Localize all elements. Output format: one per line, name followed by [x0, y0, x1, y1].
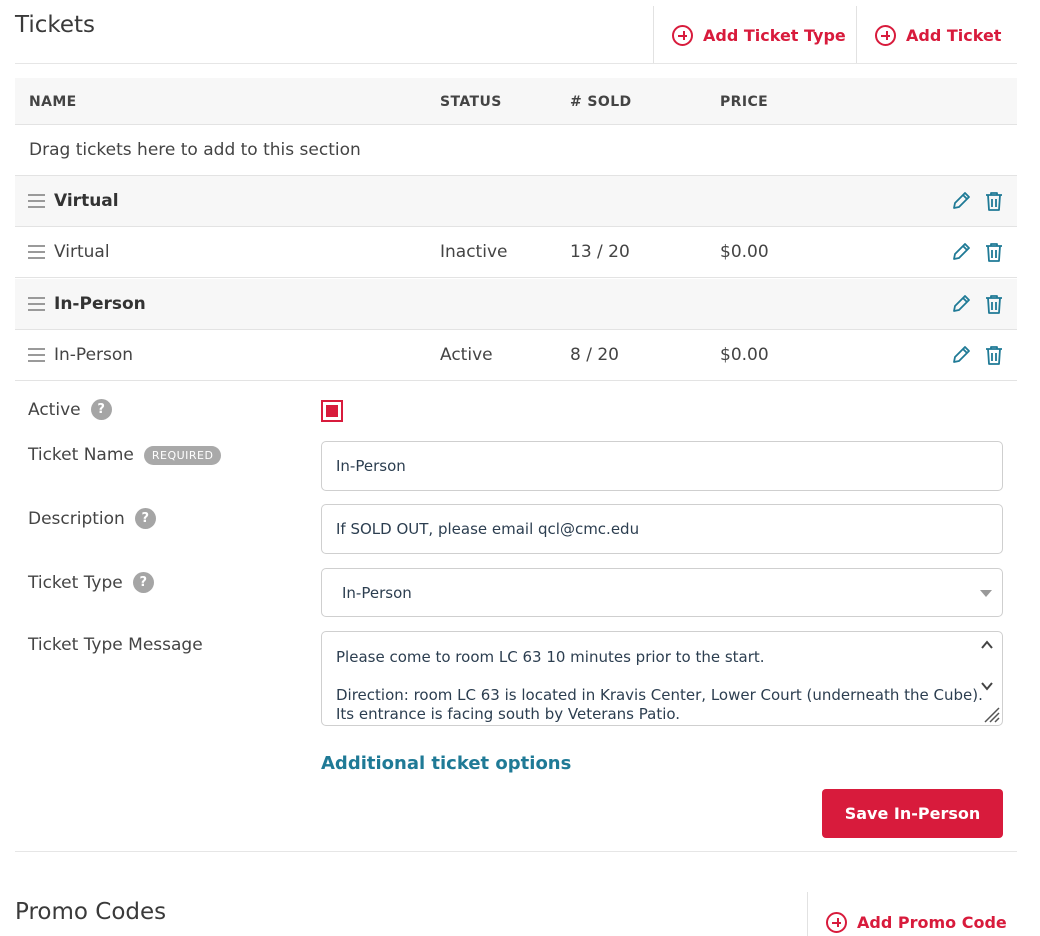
ticket-type-message-label-text: Ticket Type Message — [28, 635, 203, 655]
scroll-up-arrow-icon[interactable] — [980, 638, 994, 652]
header-divider — [653, 6, 654, 64]
ticket-row[interactable]: Virtual Inactive 13 / 20 $0.00 — [15, 227, 1017, 278]
drag-handle-icon[interactable] — [28, 348, 45, 362]
add-promo-code-label: Add Promo Code — [857, 912, 1007, 932]
ticket-name: In-Person — [54, 345, 134, 365]
tickets-table-header: NAME STATUS # SOLD PRICE — [15, 78, 1017, 125]
ticket-sold: 8 / 20 — [570, 345, 619, 365]
ticket-type-select[interactable]: In-Person — [321, 568, 1003, 617]
ticket-type-value: In-Person — [342, 583, 412, 602]
message-line — [336, 667, 962, 686]
ticket-name: Virtual — [54, 242, 110, 262]
edit-pencil-icon[interactable] — [950, 241, 972, 263]
divider — [15, 63, 1017, 64]
scroll-down-arrow-icon[interactable] — [980, 679, 994, 693]
trash-icon[interactable] — [983, 344, 1005, 366]
ticket-name-label: Ticket Name REQUIRED — [28, 445, 222, 465]
column-header-status: STATUS — [440, 94, 502, 110]
edit-pencil-icon[interactable] — [950, 190, 972, 212]
active-checkbox[interactable] — [321, 400, 343, 422]
column-header-name: NAME — [29, 94, 77, 110]
column-header-price: PRICE — [720, 94, 769, 110]
edit-pencil-icon[interactable] — [950, 293, 972, 315]
description-label-text: Description — [28, 508, 125, 529]
add-ticket-label: Add Ticket — [906, 25, 1002, 45]
ticket-type-message-textarea[interactable]: Please come to room LC 63 10 minutes pri… — [321, 631, 1003, 726]
drag-handle-icon[interactable] — [28, 194, 45, 208]
ticket-price: $0.00 — [720, 242, 769, 262]
ticket-type-label: Ticket Type ? — [28, 572, 154, 593]
tickets-title: Tickets — [15, 12, 96, 38]
ticket-name-value: In-Person — [336, 457, 406, 475]
drag-handle-icon[interactable] — [28, 297, 45, 311]
plus-circle-icon — [826, 911, 847, 933]
trash-icon[interactable] — [983, 293, 1005, 315]
message-line: Its entrance is facing south by Veterans… — [336, 705, 681, 723]
ticket-name-input[interactable]: In-Person — [321, 441, 1003, 491]
edit-pencil-icon[interactable] — [950, 344, 972, 366]
plus-circle-icon — [875, 24, 896, 46]
resize-grip-icon[interactable] — [980, 703, 1000, 723]
ticket-type-message-label: Ticket Type Message — [28, 635, 203, 655]
description-label: Description ? — [28, 508, 156, 529]
description-value: If SOLD OUT, please email qcl@cmc.edu — [336, 520, 640, 538]
column-header-sold: # SOLD — [570, 94, 632, 110]
add-promo-code-button[interactable]: Add Promo Code — [826, 902, 1007, 936]
ticket-sold: 13 / 20 — [570, 242, 630, 262]
promo-codes-title: Promo Codes — [15, 899, 167, 925]
ticket-group-row[interactable]: In-Person — [15, 279, 1017, 330]
drag-handle-icon[interactable] — [28, 245, 45, 259]
ticket-status: Active — [440, 345, 493, 365]
group-name: In-Person — [54, 294, 146, 314]
ticket-group-row[interactable]: Virtual — [15, 176, 1017, 227]
required-badge: REQUIRED — [143, 445, 222, 465]
save-ticket-button[interactable]: Save In-Person — [822, 789, 1003, 838]
add-ticket-button[interactable]: Add Ticket — [875, 6, 1001, 64]
drop-hint: Drag tickets here to add to this section — [29, 140, 361, 160]
ticket-price: $0.00 — [720, 345, 769, 365]
active-label: Active ? — [28, 399, 112, 420]
header-divider — [807, 892, 808, 936]
plus-circle-icon — [672, 24, 693, 46]
ticket-type-label-text: Ticket Type — [28, 572, 123, 593]
ticket-status: Inactive — [440, 242, 508, 262]
chevron-down-icon — [980, 590, 992, 597]
additional-ticket-options-link[interactable]: Additional ticket options — [321, 753, 571, 774]
message-line: Please come to room LC 63 10 minutes pri… — [336, 648, 765, 666]
trash-icon[interactable] — [983, 190, 1005, 212]
group-name: Virtual — [54, 191, 119, 211]
ticket-name-label-text: Ticket Name — [28, 445, 134, 465]
divider — [15, 851, 1017, 852]
ticket-row[interactable]: In-Person Active 8 / 20 $0.00 — [15, 330, 1017, 381]
drop-zone-row[interactable]: Drag tickets here to add to this section — [15, 125, 1017, 176]
add-ticket-type-label: Add Ticket Type — [703, 25, 846, 45]
help-icon[interactable]: ? — [132, 572, 154, 593]
description-input[interactable]: If SOLD OUT, please email qcl@cmc.edu — [321, 504, 1003, 554]
header-divider — [856, 6, 857, 64]
help-icon[interactable]: ? — [134, 508, 156, 529]
active-label-text: Active — [28, 399, 81, 420]
trash-icon[interactable] — [983, 241, 1005, 263]
help-icon[interactable]: ? — [90, 399, 112, 420]
message-line: Direction: room LC 63 is located in Krav… — [336, 686, 983, 704]
add-ticket-type-button[interactable]: Add Ticket Type — [672, 6, 846, 64]
